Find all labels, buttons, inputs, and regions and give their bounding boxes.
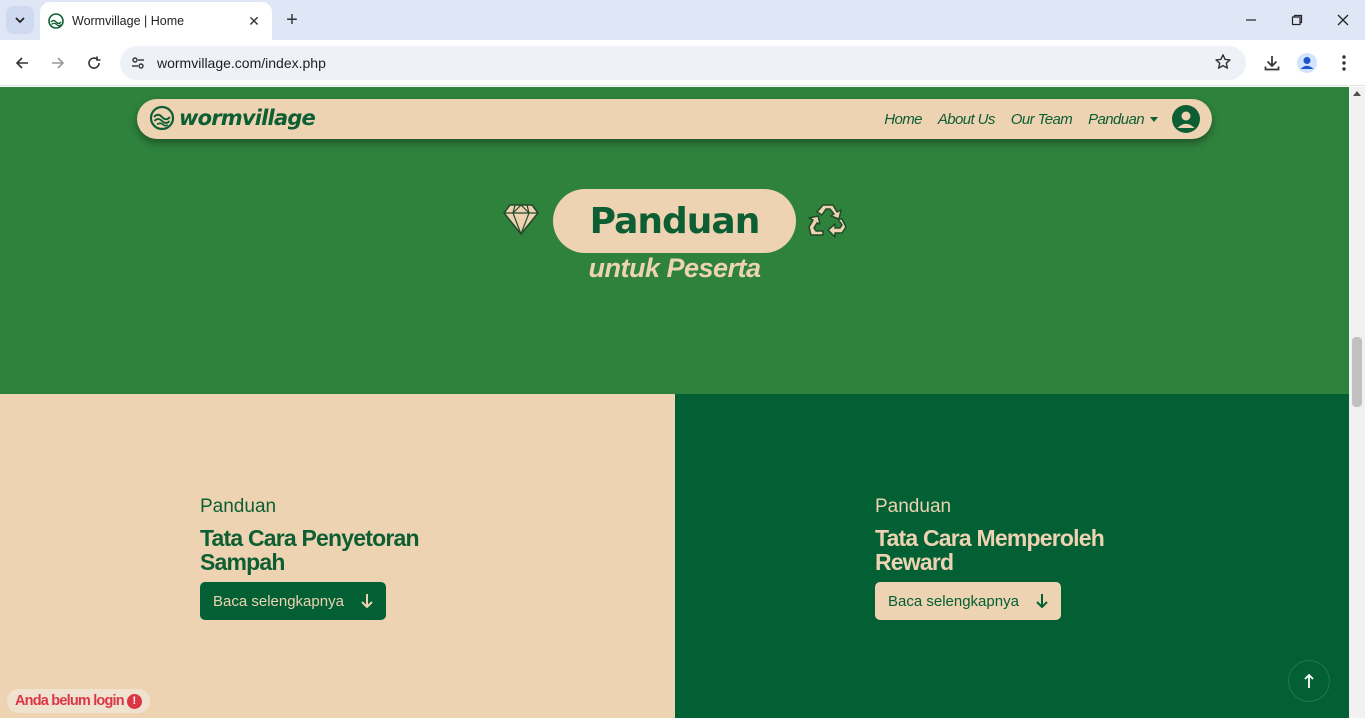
arrow-up-icon [1304, 673, 1314, 688]
nav-panduan-dropdown[interactable]: Panduan [1088, 111, 1158, 128]
browser-tab-bar: Wormvillage | Home ✕ + [0, 0, 1365, 40]
site-navbar: wormvillage Home About Us Our Team Pandu… [137, 99, 1212, 139]
wormvillage-logo-icon [149, 105, 175, 131]
tab-search-button[interactable] [6, 6, 34, 34]
read-more-label: Baca selengkapnya [888, 592, 1019, 610]
hero-section: wormvillage Home About Us Our Team Pandu… [0, 87, 1349, 394]
card-kicker: Panduan [875, 496, 952, 517]
hero-title: Panduan [589, 200, 761, 242]
card-kicker: Panduan [200, 496, 277, 517]
site-settings-icon[interactable] [128, 53, 148, 73]
site-logo[interactable]: wormvillage [149, 105, 316, 131]
page-scrollbar[interactable] [1349, 87, 1365, 718]
hero-title-pill: Panduan [553, 189, 796, 253]
url-text[interactable]: wormvillage.com/index.php [157, 55, 326, 71]
bookmark-star-icon[interactable] [1214, 53, 1232, 76]
scroll-up-arrow-icon[interactable] [1353, 91, 1361, 96]
nav-about-us[interactable]: About Us [938, 111, 996, 128]
read-more-button[interactable]: Baca selengkapnya [200, 582, 386, 620]
forward-icon[interactable] [46, 51, 70, 75]
download-icon[interactable] [1260, 51, 1284, 75]
guide-card-content: Panduan Tata Cara Memperoleh Reward Baca… [875, 496, 1135, 620]
back-icon[interactable] [10, 51, 34, 75]
nav-our-team[interactable]: Our Team [1011, 111, 1073, 128]
arrow-down-icon [361, 594, 373, 609]
browser-menu-icon[interactable] [1332, 51, 1356, 75]
nav-links: Home About Us Our Team Panduan [868, 99, 1158, 139]
guide-card-deposit: Panduan Tata Cara Penyetoran Sampah Baca… [0, 394, 675, 718]
user-account-icon[interactable] [1172, 105, 1200, 133]
reload-icon[interactable] [82, 51, 106, 75]
close-tab-icon[interactable]: ✕ [246, 13, 262, 29]
login-status-text: Anda belum login [15, 693, 125, 709]
read-more-button[interactable]: Baca selengkapnya [875, 582, 1061, 620]
hero-subtitle: untuk Peserta [588, 253, 761, 283]
wormvillage-favicon-icon [48, 13, 64, 29]
minimize-icon[interactable] [1239, 8, 1263, 32]
arrow-down-icon [1036, 594, 1048, 609]
alert-icon: ! [126, 693, 142, 709]
browser-toolbar: wormvillage.com/index.php [0, 40, 1365, 86]
recycle-icon [808, 204, 847, 238]
login-status-badge[interactable]: Anda belum login ! [7, 689, 150, 713]
page-viewport: wormvillage Home About Us Our Team Pandu… [0, 87, 1349, 718]
gem-icon [503, 204, 539, 236]
scrollbar-thumb[interactable] [1352, 337, 1362, 407]
address-bar[interactable]: wormvillage.com/index.php [120, 46, 1246, 80]
nav-home[interactable]: Home [884, 111, 922, 128]
tab-title: Wormvillage | Home [72, 14, 185, 28]
close-window-icon[interactable] [1331, 8, 1355, 32]
guide-card-reward: Panduan Tata Cara Memperoleh Reward Baca… [675, 394, 1349, 718]
profile-avatar-icon[interactable] [1295, 51, 1319, 75]
guide-card-content: Panduan Tata Cara Penyetoran Sampah Baca… [200, 496, 460, 620]
card-title: Tata Cara Penyetoran Sampah [200, 525, 420, 575]
read-more-label: Baca selengkapnya [213, 592, 344, 610]
browser-tab[interactable]: Wormvillage | Home ✕ [40, 2, 272, 40]
chevron-down-icon [15, 17, 25, 24]
brand-name: wormvillage [179, 106, 316, 130]
card-title: Tata Cara Memperoleh Reward [875, 525, 1105, 575]
new-tab-icon[interactable]: + [282, 10, 302, 30]
scroll-to-top-button[interactable] [1288, 660, 1330, 702]
restore-icon[interactable] [1285, 8, 1309, 32]
